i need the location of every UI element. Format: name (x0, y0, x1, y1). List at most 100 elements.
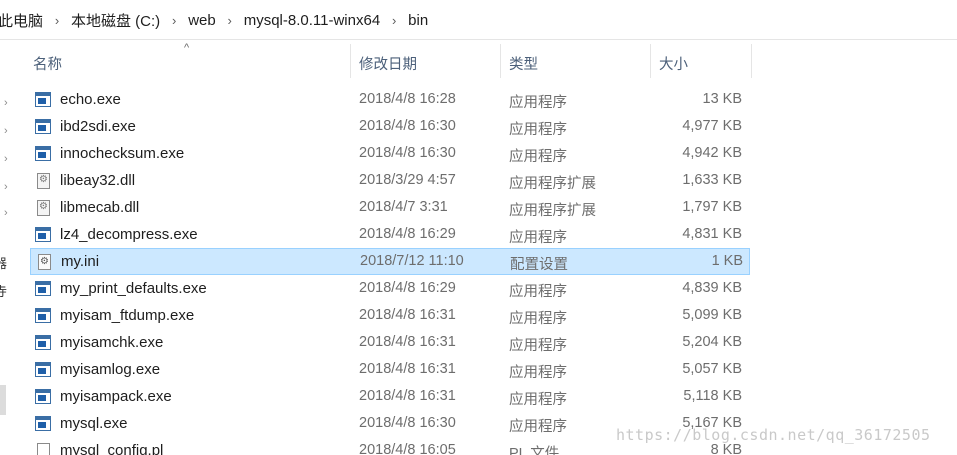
breadcrumb-chevron-icon[interactable]: › (45, 13, 69, 28)
expand-chevron-icon[interactable]: › (4, 153, 8, 165)
file-name: mysql_config.pl (60, 442, 164, 455)
column-divider[interactable] (650, 44, 651, 78)
pl-icon (37, 443, 50, 455)
breadcrumb-bin[interactable]: bin (406, 12, 430, 29)
file-type: 应用程序 (509, 149, 567, 165)
file-name: myisampack.exe (60, 388, 172, 405)
file-row[interactable]: ibd2sdi.exe 2018/4/8 16:30 应用程序 4,977 KB (30, 113, 750, 140)
file-row[interactable]: libeay32.dll 2018/3/29 4:57 应用程序扩展 1,633 KB (30, 167, 750, 194)
file-row[interactable]: myisampack.exe 2018/4/8 16:31 应用程序 5,118 KB (30, 383, 750, 410)
file-modified-date: 2018/4/8 16:30 (359, 415, 456, 431)
exe-icon (35, 335, 51, 350)
column-header-type[interactable]: 类型 (509, 53, 538, 74)
file-row[interactable]: my.ini 2018/7/12 11:10 配置设置 1 KB (30, 248, 750, 275)
file-type: 应用程序 (509, 95, 567, 111)
file-name: ibd2sdi.exe (60, 118, 136, 135)
exe-icon (35, 362, 51, 377)
exe-icon (35, 389, 51, 404)
file-type: 配置设置 (510, 257, 568, 273)
file-type: 应用程序扩展 (509, 203, 596, 219)
file-modified-date: 2018/4/8 16:30 (359, 145, 456, 161)
breadcrumb-mysql-folder[interactable]: mysql-8.0.11-winx64 (242, 12, 382, 29)
address-bar[interactable]: 此电脑 › 本地磁盘 (C:) › web › mysql-8.0.11-win… (0, 0, 957, 40)
column-header-size[interactable]: 大小 (659, 53, 688, 74)
file-name: my_print_defaults.exe (60, 280, 207, 297)
file-size: 5,099 KB (682, 307, 742, 323)
file-size: 1 KB (711, 253, 743, 269)
file-name: my.ini (61, 253, 100, 270)
file-name: myisamchk.exe (60, 334, 164, 351)
column-header-date[interactable]: 修改日期 (359, 53, 417, 74)
navigation-pane[interactable]: › › › › › 器 寺 (0, 41, 22, 455)
column-divider[interactable] (500, 44, 501, 78)
nav-item-label[interactable]: 寺 (0, 281, 7, 300)
exe-icon (35, 146, 51, 161)
breadcrumb-local-disk[interactable]: 本地磁盘 (C:) (69, 10, 162, 31)
file-row[interactable]: innochecksum.exe 2018/4/8 16:30 应用程序 4,942 … (30, 140, 750, 167)
breadcrumb-chevron-icon[interactable]: › (162, 13, 186, 28)
file-modified-date: 2018/4/8 16:31 (359, 388, 456, 404)
column-divider[interactable] (751, 44, 752, 78)
file-modified-date: 2018/4/8 16:29 (359, 226, 456, 242)
file-type: 应用程序扩展 (509, 176, 596, 192)
file-type: 应用程序 (509, 338, 567, 354)
dll-icon (37, 173, 50, 189)
exe-icon (35, 416, 51, 431)
breadcrumb-web[interactable]: web (186, 12, 218, 29)
file-size: 4,942 KB (682, 145, 742, 161)
breadcrumb-chevron-icon[interactable]: › (218, 13, 242, 28)
file-type: 应用程序 (509, 392, 567, 408)
file-row[interactable]: myisam_ftdump.exe 2018/4/8 16:31 应用程序 5,099… (30, 302, 750, 329)
sort-ascending-icon: ^ (184, 42, 190, 54)
file-modified-date: 2018/4/8 16:30 (359, 118, 456, 134)
file-size: 5,057 KB (682, 361, 742, 377)
breadcrumb-this-pc[interactable]: 此电脑 (0, 10, 45, 31)
file-row[interactable]: my_print_defaults.exe 2018/4/8 16:29 应用程序 4… (30, 275, 750, 302)
file-row[interactable]: myisamchk.exe 2018/4/8 16:31 应用程序 5,204 KB (30, 329, 750, 356)
file-size: 4,977 KB (682, 118, 742, 134)
file-type: PL 文件 (509, 446, 560, 455)
column-header-name[interactable]: 名称 (33, 53, 62, 74)
file-row[interactable]: lz4_decompress.exe 2018/4/8 16:29 应用程序 4,83… (30, 221, 750, 248)
expand-chevron-icon[interactable]: › (4, 181, 8, 193)
file-name: myisam_ftdump.exe (60, 307, 195, 324)
exe-icon (35, 308, 51, 323)
file-type: 应用程序 (509, 365, 567, 381)
file-type: 应用程序 (509, 419, 567, 435)
expand-chevron-icon[interactable]: › (4, 125, 8, 137)
file-modified-date: 2018/7/12 11:10 (360, 253, 464, 269)
file-modified-date: 2018/4/8 16:29 (359, 280, 456, 296)
file-name: libeay32.dll (60, 172, 136, 189)
file-row[interactable]: myisamlog.exe 2018/4/8 16:31 应用程序 5,057 KB (30, 356, 750, 383)
breadcrumb-chevron-icon[interactable]: › (382, 13, 406, 28)
file-size: 5,204 KB (682, 334, 742, 350)
file-size: 1,633 KB (682, 172, 742, 188)
file-modified-date: 2018/4/8 16:31 (359, 307, 456, 323)
file-type: 应用程序 (509, 311, 567, 327)
ini-icon (38, 254, 51, 270)
column-divider[interactable] (350, 44, 351, 78)
file-name: mysql.exe (60, 415, 128, 432)
file-name: echo.exe (60, 91, 121, 108)
file-modified-date: 2018/4/8 16:28 (359, 91, 456, 107)
expand-chevron-icon[interactable]: › (4, 207, 8, 219)
exe-icon (35, 227, 51, 242)
dll-icon (37, 200, 50, 216)
file-size: 5,118 KB (683, 388, 742, 404)
nav-scrollbar-thumb[interactable] (0, 385, 6, 415)
file-modified-date: 2018/4/8 16:31 (359, 361, 456, 377)
file-row[interactable]: libmecab.dll 2018/4/7 3:31 应用程序扩展 1,797 KB (30, 194, 750, 221)
nav-item-label[interactable]: 器 (0, 253, 7, 272)
file-size: 4,831 KB (682, 226, 742, 242)
exe-icon (35, 92, 51, 107)
exe-icon (35, 281, 51, 296)
file-row[interactable]: echo.exe 2018/4/8 16:28 应用程序 13 KB (30, 86, 750, 113)
expand-chevron-icon[interactable]: › (4, 97, 8, 109)
column-header-bar: ^ 名称 修改日期 类型 大小 (22, 42, 752, 78)
breadcrumb: 此电脑 › 本地磁盘 (C:) › web › mysql-8.0.11-win… (0, 10, 430, 31)
file-name: lz4_decompress.exe (60, 226, 198, 243)
file-modified-date: 2018/3/29 4:57 (359, 172, 456, 188)
file-type: 应用程序 (509, 122, 567, 138)
watermark-text: https://blog.csdn.net/qq_36172505 (616, 426, 931, 444)
file-size: 4,839 KB (682, 280, 742, 296)
